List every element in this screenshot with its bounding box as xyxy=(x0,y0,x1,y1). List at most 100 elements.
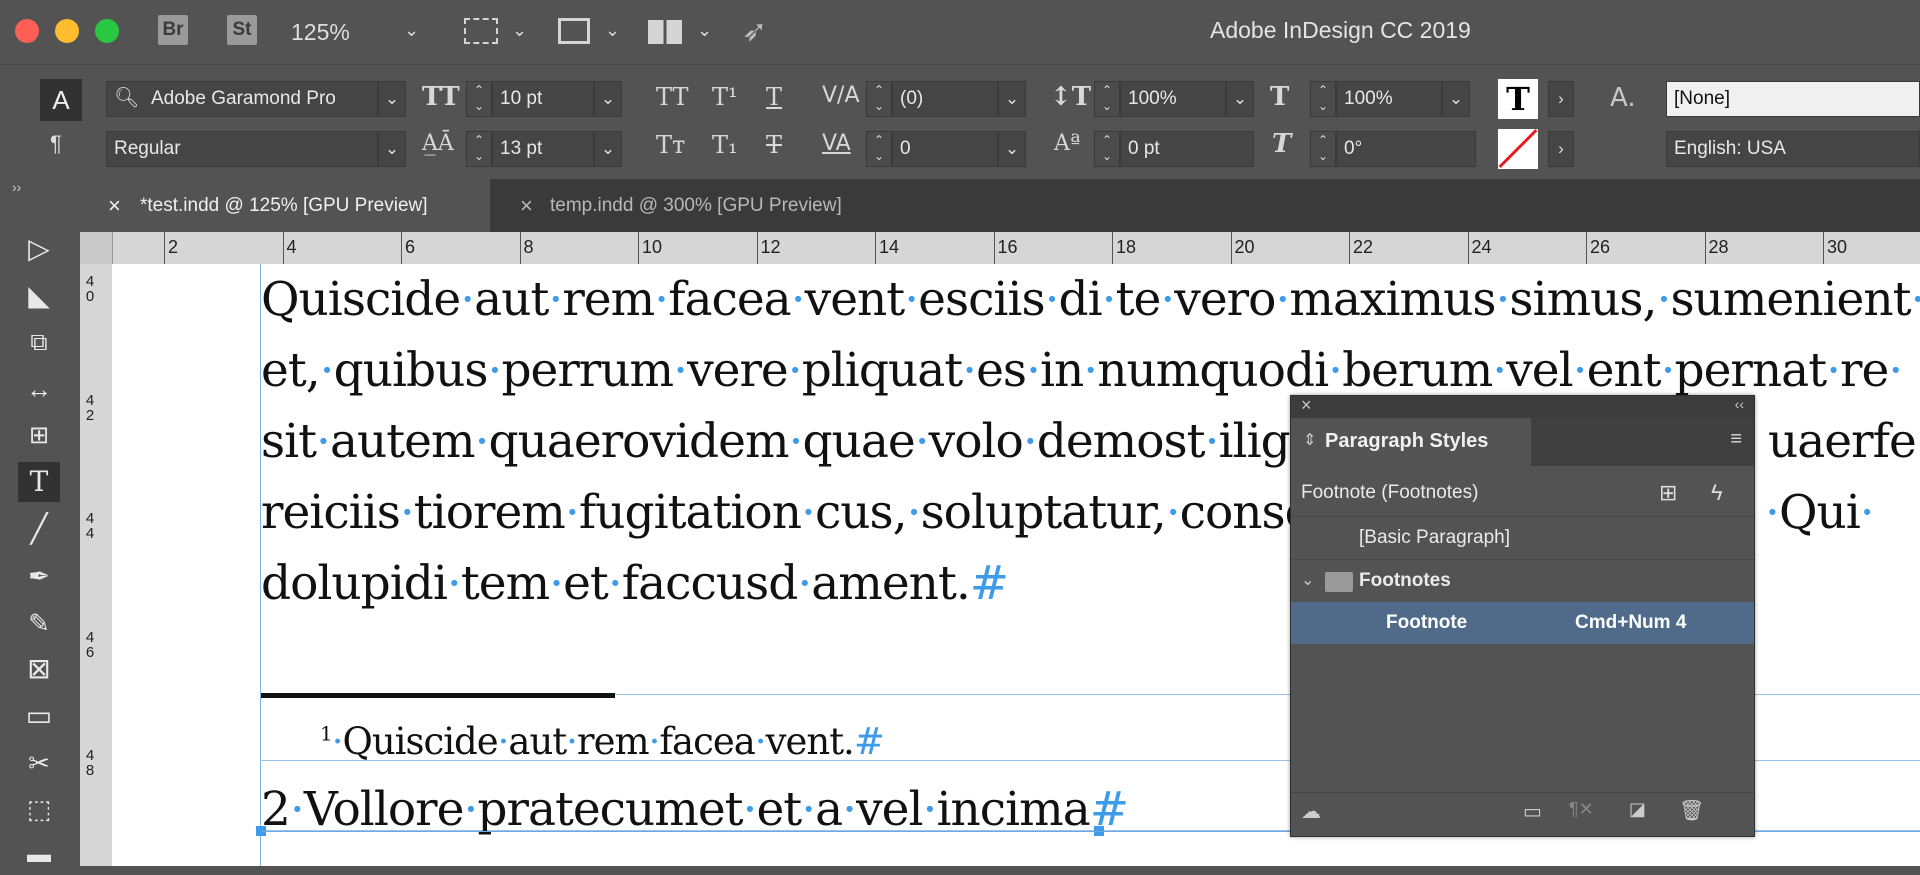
style-item-basic-paragraph[interactable]: [Basic Paragraph] xyxy=(1291,516,1754,558)
tab-temp-indd[interactable]: × temp.indd @ 300% [GPU Preview] xyxy=(490,179,910,232)
selection-tool-icon[interactable]: ▷ xyxy=(18,229,60,269)
page-tool-icon[interactable]: ⧉ xyxy=(18,323,60,363)
free-transform-tool-icon[interactable]: ⬚ xyxy=(18,789,60,829)
leading-field[interactable]: 13 pt xyxy=(492,131,594,167)
close-tab-icon[interactable]: × xyxy=(520,179,533,232)
skew-stepper[interactable]: ⌃ ⌄ xyxy=(1310,131,1336,167)
footnote-2[interactable]: 2·Vollore·pratecumet·et·a·vel·incima# xyxy=(261,782,1129,837)
panel-drag-bar[interactable]: × ‹‹ xyxy=(1291,395,1754,418)
leading-dropdown[interactable]: ⌄ xyxy=(594,131,622,167)
collapse-panel-icon[interactable]: ‹‹ xyxy=(1735,396,1744,412)
stroke-color-flyout[interactable]: › xyxy=(1548,131,1574,167)
clear-overrides-icon[interactable]: ¶✕ xyxy=(1569,799,1594,820)
horizontal-scale-dropdown[interactable]: ⌄ xyxy=(1442,81,1470,117)
vertical-scale-dropdown[interactable]: ⌄ xyxy=(1226,81,1254,117)
pen-tool-icon[interactable]: ✒ xyxy=(18,556,60,596)
tracking-field[interactable]: 0 xyxy=(892,131,998,167)
arrange-documents-icon[interactable] xyxy=(648,20,682,44)
body-line-3[interactable]: sit·autem·quaerovidem·quae·volo·demost·i… xyxy=(261,414,1320,469)
vertical-ruler[interactable]: 40 42 44 46 48 xyxy=(80,264,113,866)
small-caps-icon[interactable]: Tᴛ xyxy=(656,131,685,159)
body-line-4-tail[interactable]: ·Qui· xyxy=(1765,485,1875,540)
kerning-dropdown[interactable]: ⌄ xyxy=(998,81,1026,117)
stroke-color-swatch[interactable] xyxy=(1498,129,1538,169)
paragraph-formatting-icon[interactable]: ¶ xyxy=(50,131,62,157)
publish-online-icon[interactable]: ➶ xyxy=(742,14,767,49)
footnote-1[interactable]: 1·Quiscide·aut·rem·facea·vent.# xyxy=(320,720,885,763)
create-style-icon[interactable]: ⊞ xyxy=(1659,472,1677,514)
font-family-dropdown[interactable]: ⌄ xyxy=(378,81,406,117)
body-line-1[interactable]: Quiscide·aut·rem·facea·vent·esciis·di·te… xyxy=(261,272,1920,327)
style-list-empty-area[interactable] xyxy=(1291,644,1754,792)
tab-test-indd[interactable]: × *test.indd @ 125% [GPU Preview] xyxy=(80,179,490,232)
group-chevron-down-icon[interactable]: ⌄ xyxy=(1301,560,1314,602)
arrange-documents-chevron-icon[interactable]: ⌄ xyxy=(697,20,712,41)
zoom-chevron-down-icon[interactable]: ⌄ xyxy=(404,20,419,41)
kerning-field[interactable]: (0) xyxy=(892,81,998,117)
font-style-dropdown[interactable]: ⌄ xyxy=(378,131,406,167)
style-item-footnote[interactable]: Footnote Cmd+Num 4 xyxy=(1291,602,1754,644)
font-size-dropdown[interactable]: ⌄ xyxy=(594,81,622,117)
fill-color-flyout[interactable]: › xyxy=(1548,81,1574,117)
subscript-icon[interactable]: T₁ xyxy=(712,131,738,159)
all-caps-icon[interactable]: TT xyxy=(656,83,688,111)
baseline-shift-stepper[interactable]: ⌃ ⌄ xyxy=(1094,131,1120,167)
body-line-3-tail[interactable]: uaerfe· xyxy=(1768,414,1920,469)
ruler-origin[interactable] xyxy=(80,232,113,265)
horizontal-ruler[interactable]: 2 4 6 8 10 12 14 16 18 20 22 24 26 28 30 xyxy=(80,232,1920,265)
horizontal-scale-field[interactable]: 100% xyxy=(1336,81,1442,117)
underline-icon[interactable]: T xyxy=(766,83,782,111)
body-line-4[interactable]: reiciis·tiorem·fugitation·cus,·soluptatu… xyxy=(261,485,1312,540)
direct-selection-tool-icon[interactable]: ◣ xyxy=(18,276,60,316)
skew-field[interactable]: 0° xyxy=(1336,131,1476,167)
minimize-window-button[interactable] xyxy=(55,19,79,43)
baseline-shift-field[interactable]: 0 pt xyxy=(1120,131,1254,167)
gradient-tool-icon[interactable]: ▬ xyxy=(18,835,60,875)
gap-tool-icon[interactable]: ↔ xyxy=(18,369,60,409)
close-tab-icon[interactable]: × xyxy=(108,179,121,232)
tracking-stepper[interactable]: ⌃ ⌄ xyxy=(866,131,892,167)
vertical-scale-field[interactable]: 100% xyxy=(1120,81,1226,117)
superscript-icon[interactable]: T¹ xyxy=(712,83,738,111)
body-line-2[interactable]: et,·quibus·perrum·vere·pliquat·es·in·num… xyxy=(261,343,1903,398)
character-style-field[interactable]: [None] xyxy=(1666,81,1920,117)
rectangle-frame-tool-icon[interactable]: ⊠ xyxy=(18,649,60,689)
screen-mode-icon[interactable] xyxy=(558,18,590,44)
scissors-tool-icon[interactable]: ✂ xyxy=(18,743,60,783)
pencil-tool-icon[interactable]: ✎ xyxy=(18,603,60,643)
panel-tab-toggle-icon[interactable]: ⇕ xyxy=(1303,430,1316,450)
kerning-stepper[interactable]: ⌃ ⌄ xyxy=(866,81,892,117)
font-size-stepper[interactable]: ⌃ ⌄ xyxy=(466,81,492,117)
bridge-button[interactable]: Br xyxy=(158,15,188,45)
font-size-field[interactable]: 10 pt xyxy=(492,81,594,117)
rectangle-tool-icon[interactable]: ▭ xyxy=(18,696,60,736)
leading-stepper[interactable]: ⌃ ⌄ xyxy=(466,131,492,167)
quick-apply-icon[interactable]: ϟ xyxy=(1711,472,1723,514)
view-options-icon[interactable] xyxy=(464,18,498,44)
vertical-scale-stepper[interactable]: ⌃ ⌄ xyxy=(1094,81,1120,117)
new-style-icon[interactable]: ◪ xyxy=(1629,799,1646,820)
font-family-field[interactable]: Adobe Garamond Pro xyxy=(106,81,378,117)
strikethrough-icon[interactable]: T xyxy=(766,131,782,159)
style-group-footnotes[interactable]: ⌄ Footnotes xyxy=(1291,559,1754,602)
fill-color-swatch[interactable]: T xyxy=(1498,79,1538,119)
screen-mode-chevron-icon[interactable]: ⌄ xyxy=(605,20,620,41)
font-style-field[interactable]: Regular xyxy=(106,131,378,167)
character-formatting-icon[interactable]: A xyxy=(40,79,82,121)
zoom-window-button[interactable] xyxy=(95,19,119,43)
type-tool-icon[interactable]: T xyxy=(18,462,60,502)
zoom-level[interactable]: 125% xyxy=(291,19,350,46)
collapse-toolbox-icon[interactable]: ›› xyxy=(12,179,21,195)
tracking-dropdown[interactable]: ⌄ xyxy=(998,131,1026,167)
cc-libraries-icon[interactable]: ☁ xyxy=(1301,799,1321,824)
body-line-5[interactable]: dolupidi·tem·et·faccusd·ament.# xyxy=(261,556,1009,611)
content-collector-icon[interactable]: ⊞ xyxy=(18,416,60,456)
panel-menu-icon[interactable]: ≡ xyxy=(1730,428,1742,451)
close-window-button[interactable] xyxy=(15,19,39,43)
new-group-folder-icon[interactable]: ▭ xyxy=(1523,799,1542,824)
close-panel-icon[interactable]: × xyxy=(1301,395,1312,416)
horizontal-scale-stepper[interactable]: ⌃ ⌄ xyxy=(1310,81,1336,117)
language-field[interactable]: English: USA xyxy=(1666,131,1920,167)
trash-icon[interactable]: 🗑︎ xyxy=(1679,798,1704,823)
stock-button[interactable]: St xyxy=(227,15,257,45)
